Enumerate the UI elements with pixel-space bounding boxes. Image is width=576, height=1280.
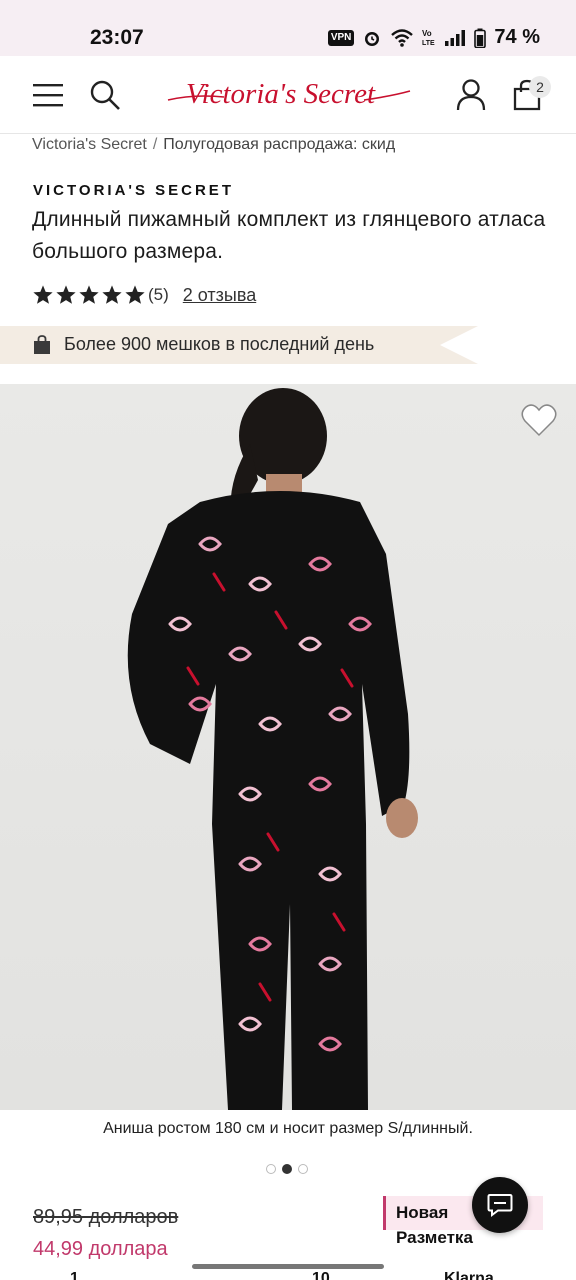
promo-text: Более 900 мешков в последний день (64, 334, 375, 354)
reviews-link[interactable]: 2 отзыва (183, 285, 256, 306)
victorias-secret-logo[interactable]: Victoria's Secret (164, 70, 412, 120)
bag-count-badge[interactable]: 2 (529, 76, 551, 98)
star-icon (33, 285, 53, 304)
svg-text:Victoria's Secret: Victoria's Secret (186, 78, 376, 110)
status-bar: 23:07 VPN Vo LTE 74 % (0, 0, 576, 56)
sale-price: 44,99 доллара (33, 1238, 168, 1260)
product-image[interactable] (0, 384, 576, 1110)
badge-new-label: Новая (396, 1203, 449, 1222)
carousel-dot[interactable] (298, 1164, 308, 1174)
star-icon (102, 285, 122, 304)
heart-icon[interactable] (520, 402, 558, 438)
volte-icon: Vo LTE (422, 29, 435, 47)
rating-stars (32, 284, 146, 306)
product-title: Длинный пижамный комплект из глянцевого … (32, 208, 546, 263)
star-icon (125, 285, 145, 304)
chat-button[interactable] (472, 1177, 528, 1233)
model-illustration (0, 384, 576, 1110)
status-icons: VPN Vo LTE 74 % (327, 26, 540, 49)
badge-size-label[interactable]: Разметка (396, 1228, 473, 1248)
account-icon[interactable] (454, 78, 488, 112)
promo-banner-notch (440, 326, 478, 364)
breadcrumb-current[interactable]: Полугодовая распродажа: скид (163, 136, 395, 153)
menu-icon[interactable] (31, 78, 65, 112)
carousel-dot[interactable] (266, 1164, 276, 1174)
breadcrumb-home[interactable]: Victoria's Secret (32, 136, 147, 153)
status-time: 23:07 (90, 26, 144, 49)
battery-icon (474, 28, 487, 48)
home-indicator (192, 1264, 384, 1269)
carousel-dot-active[interactable] (282, 1164, 292, 1174)
breadcrumb: Victoria's Secret / Полугодовая распродажа… (32, 136, 572, 154)
rating-count: (5) (148, 285, 169, 304)
search-icon[interactable] (88, 78, 122, 112)
breadcrumb-separator: / (152, 136, 158, 153)
old-price: 89,95 долларов (33, 1206, 179, 1228)
chat-icon (487, 1194, 513, 1217)
star-icon (56, 285, 76, 304)
svg-text:LTE: LTE (422, 40, 435, 47)
klarna-label[interactable]: Klarna (444, 1270, 494, 1280)
bag-icon (34, 335, 50, 354)
product-rating[interactable]: (5) 2 отзыва (32, 284, 256, 306)
battery-percent: 74 % (494, 26, 540, 48)
bottom-fragment-middle: 10 (312, 1270, 330, 1280)
carousel-dots (266, 1164, 308, 1174)
alarm-icon (365, 31, 380, 46)
wifi-icon (391, 28, 414, 47)
star-icon (79, 285, 99, 304)
bottom-fragment-left: 1 (70, 1270, 79, 1280)
vpn-icon: VPN (327, 29, 355, 46)
svg-text:Vo: Vo (422, 29, 432, 38)
image-caption: Аниша ростом 180 см и носит размер S/дли… (0, 1110, 576, 1148)
signal-icon (445, 29, 466, 46)
product-brand: VICTORIA'S SECRET (33, 182, 234, 199)
